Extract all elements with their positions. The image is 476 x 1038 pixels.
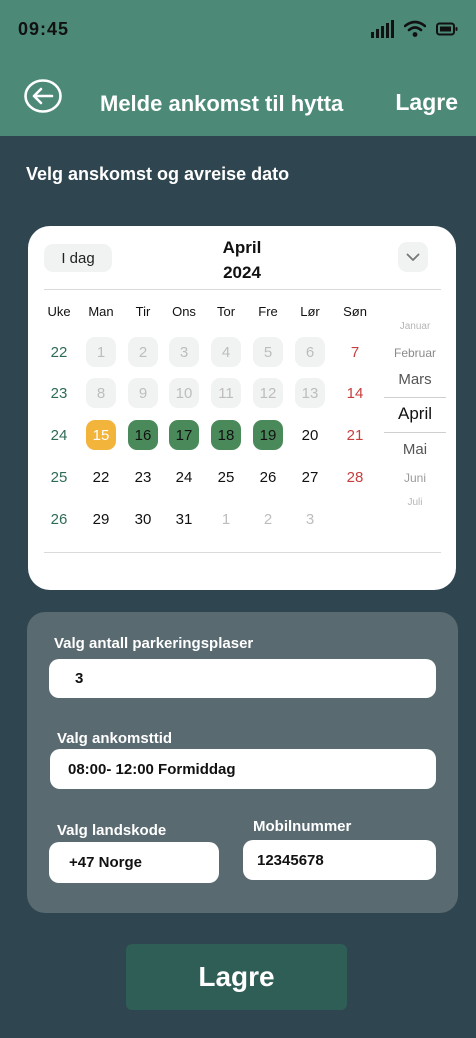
calendar-day[interactable]: 14 <box>340 378 370 408</box>
calendar-day: 2 <box>263 510 273 528</box>
week-number: 25 <box>50 469 68 486</box>
month-option[interactable]: Juni <box>384 471 446 485</box>
calendar-day: 8 <box>86 378 116 408</box>
calendar-card: I dag April 2024 Uke Man Tir Ons Tor Fre… <box>28 226 456 590</box>
page-title: Melde ankomst til hytta <box>100 91 344 116</box>
weekday-header: Tor <box>216 304 236 319</box>
calendar-day: 4 <box>211 337 241 367</box>
calendar-header-divider <box>44 289 441 290</box>
app-header: Melde ankomst til hytta Lagre <box>0 58 476 136</box>
calendar-day[interactable]: 21 <box>340 420 370 450</box>
arrival-time-select[interactable]: 08:00- 12:00 Formiddag <box>50 749 436 789</box>
week-number: 24 <box>50 427 68 444</box>
mobile-label: Mobilnummer <box>253 818 352 835</box>
month-option[interactable]: Juli <box>384 497 446 508</box>
week-number: 22 <box>50 344 68 361</box>
calendar-day: 2 <box>128 337 158 367</box>
month-option[interactable]: Februar <box>384 346 446 360</box>
calendar-day: 3 <box>169 337 199 367</box>
signal-icon <box>371 20 394 38</box>
calendar-bottom-divider <box>44 552 441 553</box>
country-code-select[interactable]: +47 Norge <box>49 842 219 883</box>
status-bar: 09:45 <box>0 0 476 58</box>
weekday-header: Uke <box>47 304 71 319</box>
chevron-down-icon <box>406 253 420 261</box>
calendar-day[interactable]: 25 <box>211 462 241 492</box>
booking-form-card: Valg antall parkeringsplaser 3 Valg anko… <box>27 612 458 913</box>
weekday-header: Ons <box>172 304 196 319</box>
calendar-day[interactable]: 31 <box>169 504 199 534</box>
calendar-day-selected[interactable]: 19 <box>253 420 283 450</box>
calendar-day[interactable]: 24 <box>169 462 199 492</box>
header-save-button[interactable]: Lagre <box>395 89 458 116</box>
mobile-input[interactable]: 12345678 <box>243 840 436 880</box>
calendar-day: 9 <box>128 378 158 408</box>
back-button[interactable] <box>23 78 63 114</box>
weekday-header: Man <box>88 304 114 319</box>
month-option[interactable]: Mai <box>384 441 446 458</box>
month-option[interactable]: Januar <box>384 321 446 332</box>
calendar-day: 5 <box>253 337 283 367</box>
calendar-day: 10 <box>169 378 199 408</box>
parking-input[interactable]: 3 <box>49 659 436 698</box>
calendar-month: April <box>222 238 262 257</box>
status-time: 09:45 <box>18 19 70 39</box>
weekday-header: Fre <box>258 304 278 319</box>
month-dropdown-button[interactable] <box>398 242 428 272</box>
weekday-header: Lør <box>300 304 320 319</box>
back-arrow-icon <box>24 79 62 113</box>
calendar-day[interactable]: 29 <box>86 504 116 534</box>
week-number: 26 <box>50 511 68 528</box>
status-icons <box>371 20 458 38</box>
calendar-day[interactable]: 22 <box>86 462 116 492</box>
calendar-day[interactable]: 28 <box>340 462 370 492</box>
arrival-time-label: Valg ankomsttid <box>57 730 173 747</box>
weekday-header: Søn <box>343 304 367 319</box>
month-option[interactable]: Mars <box>384 371 446 388</box>
battery-icon <box>436 22 458 36</box>
calendar-year: 2024 <box>223 263 261 282</box>
calendar-day-selected[interactable]: 16 <box>128 420 158 450</box>
calendar-day[interactable]: 30 <box>128 504 158 534</box>
calendar-day: 1 <box>86 337 116 367</box>
calendar-day[interactable]: 27 <box>295 462 325 492</box>
calendar-day-selected[interactable]: 18 <box>211 420 241 450</box>
calendar-day: 3 <box>305 510 315 528</box>
calendar-day[interactable]: 26 <box>253 462 283 492</box>
calendar-day[interactable]: 7 <box>340 337 370 367</box>
calendar-day: 11 <box>211 378 241 408</box>
month-option-selected[interactable]: April <box>384 404 446 424</box>
calendar-day: 12 <box>253 378 283 408</box>
calendar-day-selected-start[interactable]: 15 <box>86 420 116 450</box>
calendar-day-selected[interactable]: 17 <box>169 420 199 450</box>
weekday-header: Tir <box>135 304 151 319</box>
month-picker-divider <box>384 397 446 398</box>
wifi-icon <box>404 20 426 37</box>
calendar-day: 1 <box>221 510 231 528</box>
save-button[interactable]: Lagre <box>126 944 347 1010</box>
calendar-day: 6 <box>295 337 325 367</box>
date-selection-heading: Velg anskomst og avreise dato <box>26 164 290 184</box>
month-picker-divider <box>384 432 446 433</box>
calendar-day[interactable]: 20 <box>295 420 325 450</box>
calendar-day[interactable]: 23 <box>128 462 158 492</box>
country-code-label: Valg landskode <box>57 822 167 839</box>
calendar-day: 13 <box>295 378 325 408</box>
week-number: 23 <box>50 385 68 402</box>
parking-label: Valg antall parkeringsplaser <box>54 635 254 652</box>
